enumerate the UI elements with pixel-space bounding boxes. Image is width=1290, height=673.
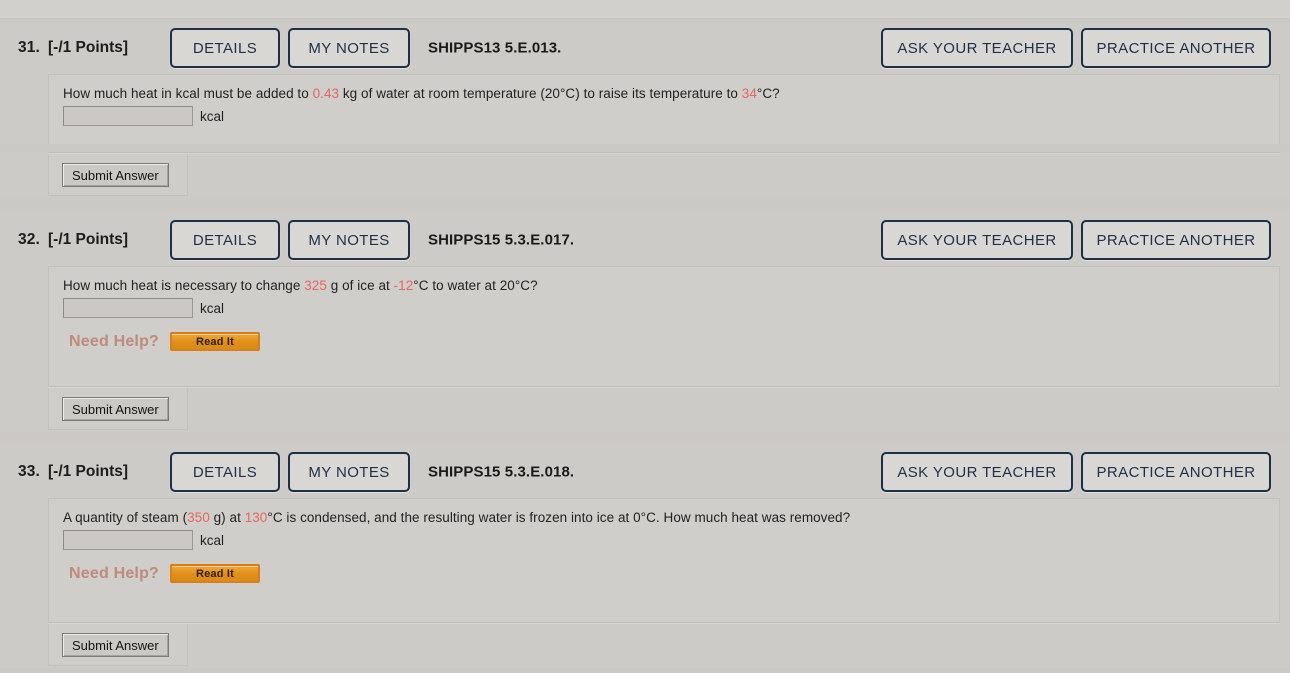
submit-section: Submit Answer bbox=[0, 622, 1290, 668]
ask-your-teacher-button[interactable]: ASK YOUR TEACHER bbox=[881, 28, 1073, 68]
need-help-row: Need Help? Read It bbox=[49, 318, 1279, 352]
submit-answer-button[interactable]: Submit Answer bbox=[62, 163, 169, 187]
submit-section: Submit Answer bbox=[0, 386, 1290, 432]
read-it-button[interactable]: Read It bbox=[170, 564, 261, 584]
ask-your-teacher-button[interactable]: ASK YOUR TEACHER bbox=[881, 220, 1073, 260]
question-text-segment: °C is condensed, and the resulting water… bbox=[267, 510, 851, 525]
need-help-label: Need Help? bbox=[69, 332, 160, 350]
answer-input[interactable] bbox=[63, 530, 193, 551]
my-notes-button[interactable]: MY NOTES bbox=[288, 28, 410, 68]
question-text-segment: A quantity of steam ( bbox=[63, 510, 188, 525]
answer-row: kcal bbox=[49, 295, 1279, 319]
question-points: [-/1 Points] bbox=[48, 463, 129, 480]
practice-another-button[interactable]: PRACTICE ANOTHER bbox=[1081, 28, 1271, 68]
question-text: A quantity of steam (350 g) at 130°C is … bbox=[49, 499, 1279, 527]
practice-another-button[interactable]: PRACTICE ANOTHER bbox=[1081, 220, 1271, 260]
page-top-edge bbox=[0, 0, 1290, 19]
question-text-segment: g of ice at bbox=[326, 278, 394, 293]
question-value: 325 bbox=[304, 278, 327, 293]
question-text-segment: kg of water at room temperature (20°C) t… bbox=[339, 86, 742, 101]
answer-unit-label: kcal bbox=[200, 300, 225, 316]
answer-row: kcal bbox=[49, 527, 1279, 551]
question-text-segment: How much heat in kcal must be added to bbox=[63, 86, 313, 101]
answer-input[interactable] bbox=[63, 298, 193, 319]
question-value: -12 bbox=[393, 278, 414, 293]
submit-wrapper: Submit Answer bbox=[48, 624, 1280, 668]
need-help-label: Need Help? bbox=[69, 564, 160, 582]
question-points: [-/1 Points] bbox=[48, 231, 129, 248]
question-header: 32. [-/1 Points] DETAILS MY NOTES SHIPPS15 5… bbox=[0, 214, 1290, 266]
submit-answer-button[interactable]: Submit Answer bbox=[62, 633, 169, 657]
question-text-segment: How much heat is necessary to change bbox=[63, 278, 305, 293]
ask-your-teacher-button[interactable]: ASK YOUR TEACHER bbox=[881, 452, 1073, 492]
question-header: 31. [-/1 Points] DETAILS MY NOTES SHIPPS13 5… bbox=[0, 22, 1290, 74]
question-value: 350 bbox=[187, 510, 210, 525]
my-notes-button[interactable]: MY NOTES bbox=[288, 220, 410, 260]
question-value: 130 bbox=[244, 510, 268, 525]
question-number: 33. bbox=[18, 463, 40, 480]
question-value: 0.43 bbox=[312, 86, 340, 101]
question-text: How much heat is necessary to change 325… bbox=[49, 267, 1279, 295]
question-points: [-/1 Points] bbox=[48, 39, 129, 56]
question-code: SHIPPS15 5.3.E.017. bbox=[428, 231, 575, 249]
question-number: 32. bbox=[18, 231, 40, 248]
my-notes-button[interactable]: MY NOTES bbox=[288, 452, 410, 492]
question-text: How much heat in kcal must be added to 0… bbox=[49, 75, 1279, 103]
details-button[interactable]: DETAILS bbox=[170, 220, 280, 260]
read-it-button[interactable]: Read It bbox=[170, 332, 261, 352]
details-button[interactable]: DETAILS bbox=[170, 452, 280, 492]
need-help-row: Need Help? Read It bbox=[49, 550, 1279, 584]
question-number: 31. bbox=[18, 39, 40, 56]
answer-row: kcal bbox=[49, 103, 1279, 127]
submit-section: Submit Answer bbox=[0, 152, 1290, 198]
question-text-segment: °C? bbox=[756, 86, 780, 101]
practice-another-button[interactable]: PRACTICE ANOTHER bbox=[1081, 452, 1271, 492]
question-code: SHIPPS13 5.E.013. bbox=[428, 39, 562, 57]
question-value: 34 bbox=[741, 86, 757, 101]
answer-unit-label: kcal bbox=[200, 108, 225, 124]
question-code: SHIPPS15 5.3.E.018. bbox=[428, 463, 575, 481]
submit-wrapper: Submit Answer bbox=[48, 154, 1280, 198]
details-button[interactable]: DETAILS bbox=[170, 28, 280, 68]
submit-answer-button[interactable]: Submit Answer bbox=[62, 397, 169, 421]
submit-wrapper: Submit Answer bbox=[48, 388, 1280, 432]
question-text-segment: g) at bbox=[209, 510, 245, 525]
question-header: 33. [-/1 Points] DETAILS MY NOTES SHIPPS15 5… bbox=[0, 446, 1290, 498]
question-text-segment: °C to water at 20°C? bbox=[413, 278, 538, 293]
question-block: 31. [-/1 Points] DETAILS MY NOTES SHIPPS13 5… bbox=[0, 22, 1290, 144]
answer-input[interactable] bbox=[63, 106, 193, 127]
assignment-page: 31. [-/1 Points] DETAILS MY NOTES SHIPPS13 5… bbox=[0, 0, 1290, 673]
question-body-card: How much heat in kcal must be added to 0… bbox=[48, 74, 1280, 144]
answer-unit-label: kcal bbox=[200, 532, 225, 548]
